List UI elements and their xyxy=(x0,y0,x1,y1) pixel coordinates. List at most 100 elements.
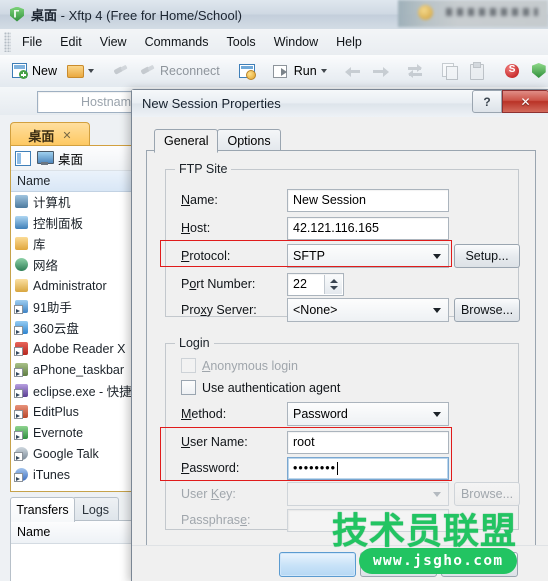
pane-layout-icon[interactable] xyxy=(15,150,31,166)
password-value: •••••••• xyxy=(293,461,337,475)
session-manager-button[interactable] xyxy=(234,59,259,83)
menu-item-window[interactable]: Window xyxy=(265,32,327,52)
local-file-list[interactable]: 计算机 控制面板 库 网络 Administrator 91助手 360云盘 A… xyxy=(11,191,136,491)
userkey-row: User Key: Browse... xyxy=(166,482,520,506)
connect-button[interactable] xyxy=(108,59,133,83)
close-tab-icon[interactable]: ✕ xyxy=(62,129,71,142)
cancel-button[interactable] xyxy=(360,552,437,577)
list-item[interactable]: aPhone_taskbar xyxy=(11,359,136,380)
anonymous-login-row[interactable]: Anonymous login xyxy=(181,358,298,373)
port-input[interactable]: 22 xyxy=(287,272,344,296)
new-session-label: New xyxy=(32,64,58,78)
protocol-select[interactable]: SFTP xyxy=(287,244,449,268)
port-stepper[interactable] xyxy=(324,274,342,294)
xshell-button[interactable] xyxy=(500,59,525,83)
menu-item-view[interactable]: View xyxy=(91,32,136,52)
text-caret xyxy=(337,461,339,475)
tab-transfers[interactable]: Transfers xyxy=(10,497,75,522)
userkey-label: User Key: xyxy=(181,487,236,501)
run-button[interactable]: Run xyxy=(269,59,331,83)
list-item[interactable]: Evernote xyxy=(11,422,136,443)
list-item-label: 计算机 xyxy=(33,196,71,210)
username-input[interactable]: root xyxy=(287,430,449,454)
list-item[interactable]: Adobe Reader X xyxy=(11,338,136,359)
transfers-tab-strip: Transfers Logs xyxy=(10,497,135,522)
eclipse-icon xyxy=(14,383,29,398)
stepper-up-icon[interactable] xyxy=(330,278,338,283)
forward-button[interactable] xyxy=(368,59,393,83)
xftp-button[interactable] xyxy=(527,59,548,83)
menu-item-file[interactable]: File xyxy=(13,32,51,52)
dialog-help-footer-button[interactable]: Help xyxy=(441,552,518,577)
xftp-icon xyxy=(531,63,548,79)
menu-item-edit[interactable]: Edit xyxy=(51,32,91,52)
list-item[interactable]: 网络 xyxy=(11,254,136,275)
port-value: 22 xyxy=(293,277,307,291)
general-tab-page: FTP Site Name: New Session Host: 42.121.… xyxy=(146,150,536,570)
open-folder-button[interactable] xyxy=(63,59,98,83)
list-item[interactable]: 控制面板 xyxy=(11,212,136,233)
paste-button[interactable] xyxy=(465,59,490,83)
local-column-header-name[interactable]: Name xyxy=(11,171,136,192)
transfers-pane-body: Name xyxy=(10,520,137,581)
xftp-application-window: 桌面 - Xftp 4 (Free for Home/School) File … xyxy=(0,0,548,581)
back-button[interactable] xyxy=(341,59,366,83)
passphrase-row: Passphrase: xyxy=(166,508,518,532)
password-input[interactable]: •••••••• xyxy=(287,456,449,480)
xshell-icon xyxy=(504,63,521,79)
list-item-label: Administrator xyxy=(33,278,107,293)
menu-item-tools[interactable]: Tools xyxy=(218,32,265,52)
list-item[interactable]: EditPlus xyxy=(11,401,136,422)
chevron-down-icon[interactable] xyxy=(320,69,327,73)
chevron-down-icon[interactable] xyxy=(88,69,95,73)
list-item[interactable]: iTunes xyxy=(11,464,136,485)
list-item[interactable]: Google Talk xyxy=(11,443,136,464)
auth-agent-checkbox[interactable] xyxy=(181,380,196,395)
proxy-select[interactable]: <None> xyxy=(287,298,449,322)
list-item[interactable]: Administrator xyxy=(11,275,136,296)
method-select[interactable]: Password xyxy=(287,402,449,426)
list-item[interactable]: 91助手 xyxy=(11,296,136,317)
list-item-label: EditPlus xyxy=(33,404,79,419)
stepper-down-icon[interactable] xyxy=(330,285,338,290)
auth-agent-row[interactable]: Use authentication agent xyxy=(181,380,340,395)
host-input[interactable]: 42.121.116.165 xyxy=(287,216,449,240)
tab-general[interactable]: General xyxy=(154,129,219,153)
reconnect-button[interactable]: Reconnect xyxy=(135,59,224,83)
proxy-browse-button[interactable]: Browse... xyxy=(454,298,520,322)
list-item[interactable]: 计算机 xyxy=(11,191,136,212)
connect-plug-icon xyxy=(112,63,129,79)
dialog-title-bar: New Session Properties ? ✕ xyxy=(132,90,548,118)
new-session-icon xyxy=(11,63,28,79)
userkey-select xyxy=(287,482,449,506)
list-item[interactable]: 库 xyxy=(11,233,136,254)
list-item-label: aPhone_taskbar xyxy=(33,362,125,377)
copy-button[interactable] xyxy=(438,59,463,83)
ok-button[interactable] xyxy=(279,552,356,577)
window-title-bar: 桌面 - Xftp 4 (Free for Home/School) xyxy=(0,0,548,30)
menu-item-commands[interactable]: Commands xyxy=(136,32,218,52)
menu-item-help[interactable]: Help xyxy=(327,32,371,52)
method-value: Password xyxy=(293,407,348,421)
close-icon[interactable]: ✕ xyxy=(502,90,548,113)
new-session-button[interactable]: New xyxy=(7,59,61,83)
transfers-column-header-name[interactable]: Name xyxy=(11,521,136,544)
password-label: Password: xyxy=(181,461,240,475)
tab-desktop[interactable]: 桌面 ✕ xyxy=(10,122,90,147)
list-item[interactable]: eclipse.exe - 快捷 xyxy=(11,380,136,401)
local-path-bar[interactable]: 桌面 xyxy=(11,146,136,171)
name-input[interactable]: New Session xyxy=(287,188,449,212)
protocol-row: Protocol: SFTP Setup... xyxy=(166,244,520,268)
ftp-site-group: FTP Site Name: New Session Host: 42.121.… xyxy=(165,162,520,322)
list-item[interactable]: 360云盘 xyxy=(11,317,136,338)
chevron-down-icon xyxy=(433,308,441,313)
synchronize-button[interactable] xyxy=(403,59,428,83)
computer-icon xyxy=(14,194,29,209)
dialog-help-button[interactable]: ? xyxy=(472,90,502,113)
menu-drag-grip[interactable] xyxy=(4,32,11,52)
username-label: User Name: xyxy=(181,435,248,449)
dialog-title: New Session Properties xyxy=(142,96,281,111)
setup-button[interactable]: Setup... xyxy=(454,244,520,268)
tab-logs[interactable]: Logs xyxy=(72,497,119,522)
window-title-prefix: 桌面 xyxy=(31,8,58,23)
